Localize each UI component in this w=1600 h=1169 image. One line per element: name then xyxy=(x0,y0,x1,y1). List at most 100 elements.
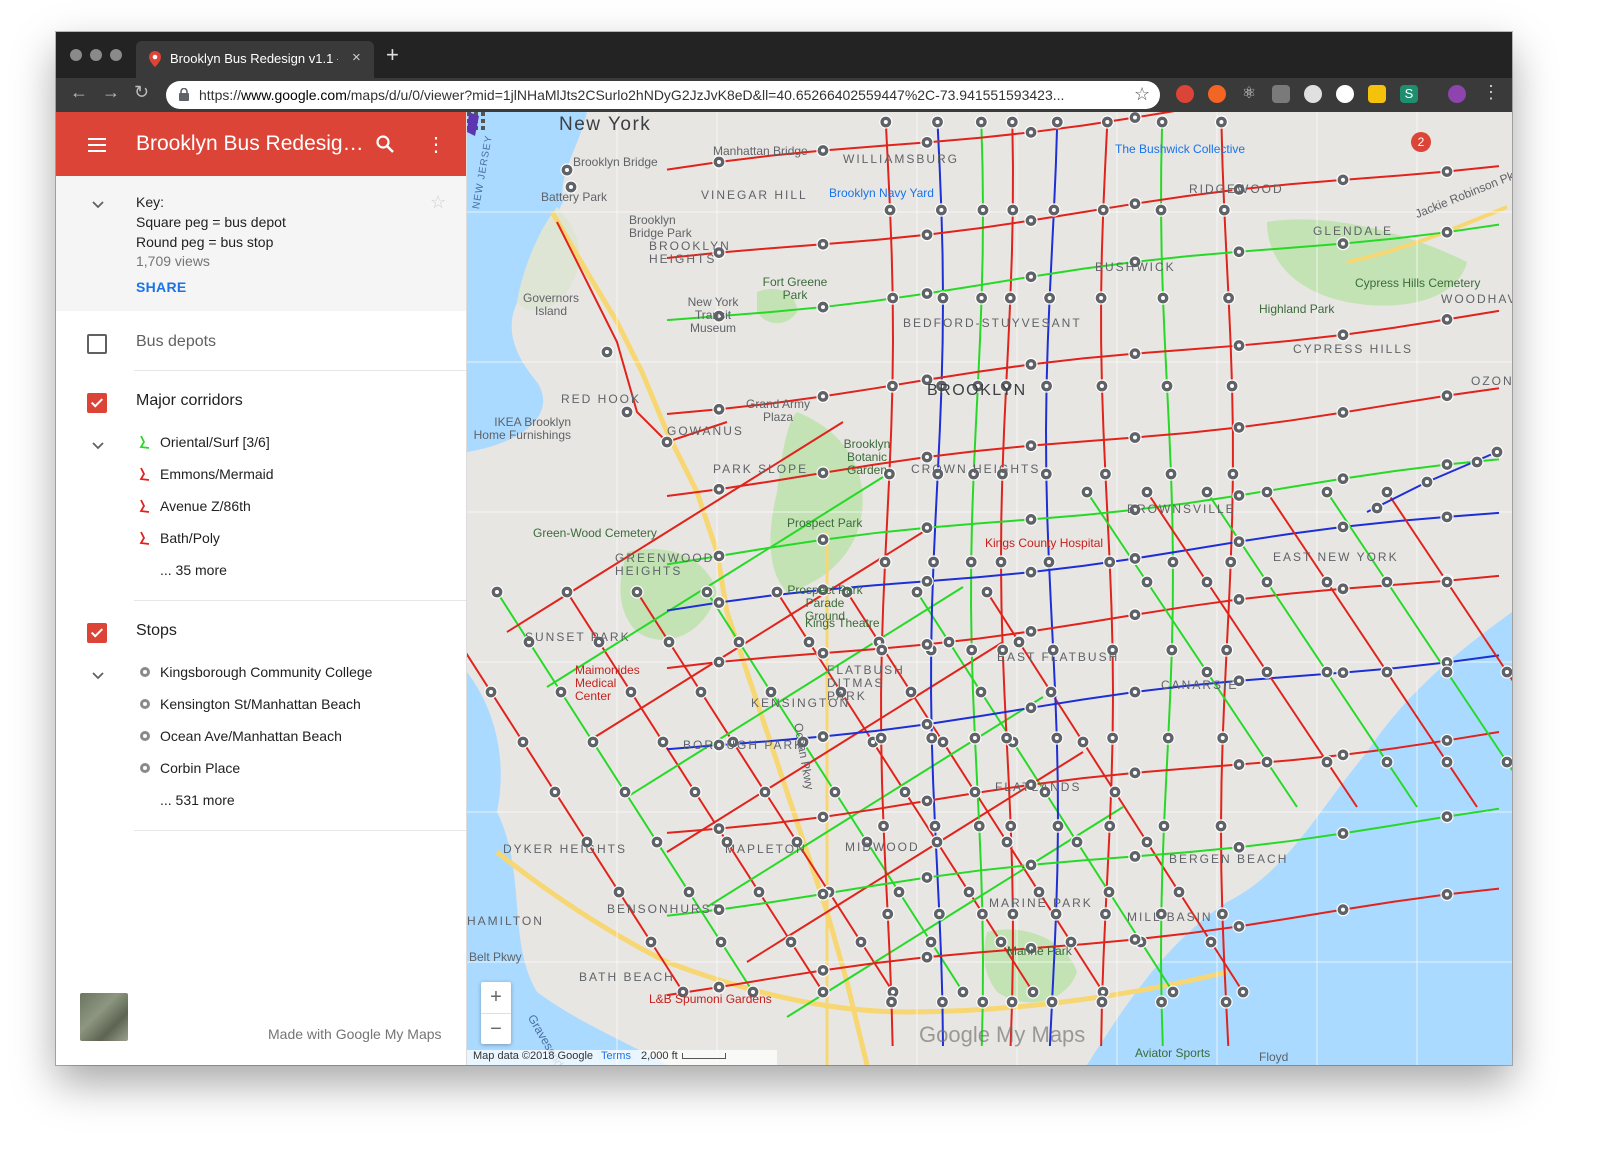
bus-stop-marker[interactable] xyxy=(1043,291,1057,305)
bus-stop-marker[interactable] xyxy=(1094,291,1108,305)
stop-item[interactable]: Ocean Ave/Manhattan Beach xyxy=(160,728,342,744)
chevron-down-icon[interactable] xyxy=(92,201,104,209)
close-tab-icon[interactable]: × xyxy=(352,49,361,66)
bus-stop-marker[interactable] xyxy=(1024,858,1038,872)
bus-stop-marker[interactable] xyxy=(1440,575,1454,589)
new-tab-button[interactable]: + xyxy=(386,42,399,68)
bus-stop-marker[interactable] xyxy=(694,685,708,699)
bus-stop-marker[interactable] xyxy=(816,810,830,824)
bus-stop-marker[interactable] xyxy=(1232,245,1246,259)
bus-stop-marker[interactable] xyxy=(1336,520,1350,534)
bus-stop-marker[interactable] xyxy=(1157,819,1171,833)
bus-stop-marker[interactable] xyxy=(1047,203,1061,217)
layer-title-major-corridors[interactable]: Major corridors xyxy=(136,392,243,410)
map-label-marine-park[interactable]: Marine Park xyxy=(1007,944,1072,958)
bus-stop-marker[interactable] xyxy=(920,228,934,242)
profile-avatar[interactable] xyxy=(1448,85,1466,103)
bus-stop-marker[interactable] xyxy=(1220,643,1234,657)
bus-stop-marker[interactable] xyxy=(490,585,504,599)
more-corridors-link[interactable]: ... 35 more xyxy=(160,562,227,578)
map-label-aviator-sports[interactable]: Aviator Sports xyxy=(1135,1046,1210,1060)
map-label-battery-park[interactable]: Battery Park xyxy=(541,190,607,204)
bus-stop-marker[interactable] xyxy=(758,785,772,799)
bus-stop-marker[interactable] xyxy=(560,163,574,177)
bus-stop-marker[interactable] xyxy=(1320,665,1334,679)
bus-stop-marker[interactable] xyxy=(770,585,784,599)
bus-stop-marker[interactable] xyxy=(1440,733,1454,748)
bus-stop-marker[interactable] xyxy=(700,585,714,599)
stops-checkbox[interactable] xyxy=(87,623,107,643)
bus-stop-marker[interactable] xyxy=(1050,731,1064,745)
bus-route-line[interactable] xyxy=(970,121,984,1047)
bus-stop-marker[interactable] xyxy=(1128,430,1142,445)
extension-circle-icon[interactable] xyxy=(1304,85,1322,103)
bus-stop-marker[interactable] xyxy=(1232,338,1246,353)
bus-stop-marker[interactable] xyxy=(714,935,728,949)
bus-stop-marker[interactable] xyxy=(881,907,895,921)
bus-stop-marker[interactable] xyxy=(802,635,816,649)
layer-title-stops[interactable]: Stops xyxy=(136,622,177,640)
stop-item[interactable]: Corbin Place xyxy=(160,760,240,776)
bus-stop-marker[interactable] xyxy=(1320,755,1334,769)
bus-stop-marker[interactable] xyxy=(816,963,830,977)
bus-stop-marker[interactable] xyxy=(1045,995,1059,1009)
bus-stop-marker[interactable] xyxy=(968,731,982,745)
close-window-button[interactable] xyxy=(70,49,82,61)
map-label-highland-park[interactable]: Highland Park xyxy=(1259,302,1334,316)
bus-stop-marker[interactable] xyxy=(656,735,670,749)
bus-stop-marker[interactable] xyxy=(1236,985,1250,999)
bus-stop-marker[interactable] xyxy=(1000,835,1014,849)
bus-stop-marker[interactable] xyxy=(1336,328,1350,342)
bus-stop-marker[interactable] xyxy=(816,533,830,547)
bus-stop-marker[interactable] xyxy=(1128,685,1142,699)
more-options-icon[interactable]: ⋮ xyxy=(426,132,446,157)
bus-stop-marker[interactable] xyxy=(816,237,830,251)
bus-stop-marker[interactable] xyxy=(1336,472,1350,486)
bus-stop-marker[interactable] xyxy=(1440,510,1454,524)
terms-link[interactable]: Terms xyxy=(601,1050,631,1062)
bus-stop-marker[interactable] xyxy=(1098,467,1113,481)
bus-stop-marker[interactable] xyxy=(1380,665,1394,679)
bus-stop-marker[interactable] xyxy=(930,835,944,849)
bus-stop-marker[interactable] xyxy=(975,291,989,305)
bus-stop-marker[interactable] xyxy=(620,405,634,419)
bus-stop-marker[interactable] xyxy=(1204,935,1218,949)
bus-stop-marker[interactable] xyxy=(1336,748,1350,762)
map-label-grand-army-plaza[interactable]: Grand Army Plaza xyxy=(743,398,813,424)
bus-stop-marker[interactable] xyxy=(1042,555,1056,569)
bus-stop-marker[interactable] xyxy=(662,635,676,649)
bus-stop-marker[interactable] xyxy=(1260,575,1274,589)
bus-stop-marker[interactable] xyxy=(1260,485,1274,499)
bus-stop-marker[interactable] xyxy=(1128,766,1142,780)
corridor-item[interactable]: Emmons/Mermaid xyxy=(160,466,274,482)
bus-stop-marker[interactable] xyxy=(1103,555,1117,569)
bus-stop-marker[interactable] xyxy=(874,731,888,745)
bus-stop-marker[interactable] xyxy=(1470,455,1484,469)
bus-stop-marker[interactable] xyxy=(1024,512,1038,526)
bus-stop-marker[interactable] xyxy=(1219,995,1233,1009)
bus-stop-marker[interactable] xyxy=(942,635,956,649)
bus-stop-marker[interactable] xyxy=(965,643,979,657)
bus-stop-marker[interactable] xyxy=(1380,755,1394,769)
bus-stop-marker[interactable] xyxy=(994,935,1008,949)
bus-stop-marker[interactable] xyxy=(1200,575,1214,589)
bus-stop-marker[interactable] xyxy=(1128,347,1142,361)
bus-stop-marker[interactable] xyxy=(828,785,842,799)
bus-stop-marker[interactable] xyxy=(548,785,562,799)
bus-stop-marker[interactable] xyxy=(1166,985,1180,999)
bus-stop-marker[interactable] xyxy=(994,555,1008,569)
bus-stop-marker[interactable] xyxy=(974,685,988,699)
bus-stop-marker[interactable] xyxy=(1103,819,1117,833)
corridor-item[interactable]: Avenue Z/86th xyxy=(160,498,251,514)
map-label-cypress-hills-cemetery[interactable]: Cypress Hills Cemetery xyxy=(1355,276,1480,290)
bus-stop-marker[interactable] xyxy=(630,585,644,599)
corridor-item[interactable]: Bath/Poly xyxy=(160,530,220,546)
bus-stop-marker[interactable] xyxy=(1232,535,1246,549)
bus-stop-marker[interactable] xyxy=(1440,457,1454,472)
map-label-governors-island[interactable]: Governors Island xyxy=(519,292,583,318)
bus-stop-marker[interactable] xyxy=(1260,755,1274,769)
bus-stop-marker[interactable] xyxy=(920,717,934,731)
bookmark-star-icon[interactable]: ☆ xyxy=(1134,84,1150,105)
bus-stop-marker[interactable] xyxy=(1106,731,1120,745)
bus-stop-marker[interactable] xyxy=(1024,125,1038,139)
